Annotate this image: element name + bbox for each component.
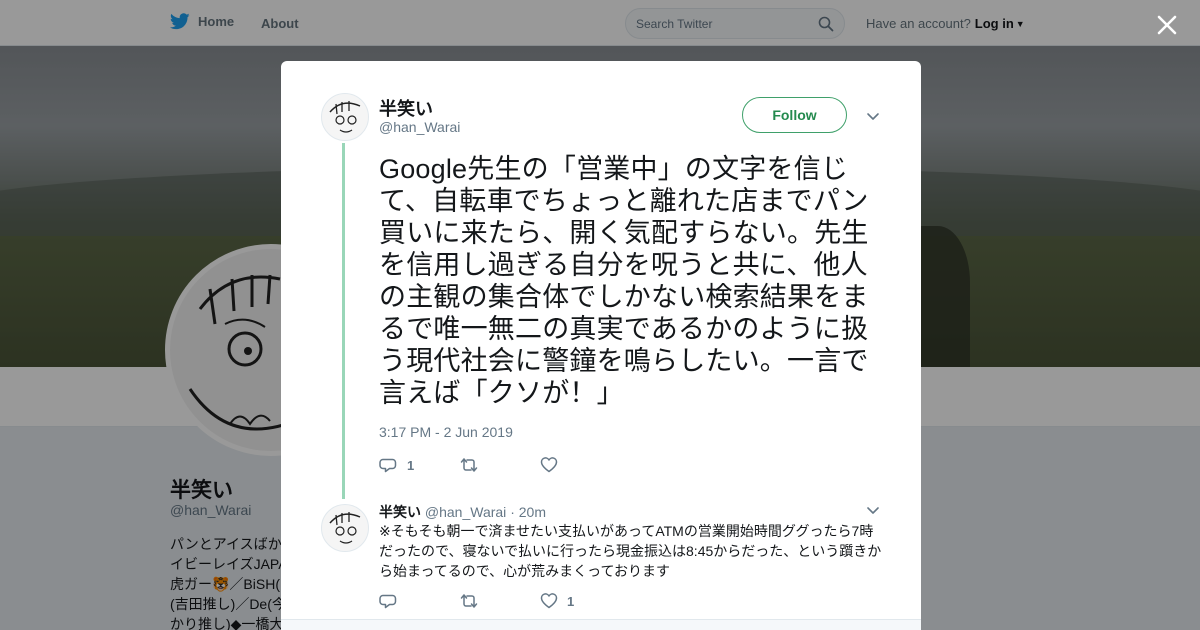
retweet-icon — [460, 594, 478, 608]
like-count: 1 — [567, 593, 575, 609]
close-icon[interactable] — [1154, 12, 1180, 38]
avatar-drawing — [329, 512, 361, 544]
reply-author-avatar[interactable] — [321, 504, 369, 552]
tweet-timestamp[interactable]: 3:17 PM - 2 Jun 2019 — [379, 424, 513, 440]
reply-author-handle[interactable]: @han_Warai — [425, 504, 506, 520]
reply-header: 半笑い @han_Warai · 20m — [379, 502, 546, 522]
retweet-button[interactable] — [459, 591, 539, 611]
reply-button[interactable]: 1 — [379, 455, 459, 475]
reply-text: ※そもそも朝一で済ませたい支払いがあってATMの営業開始時間ググったら7時だった… — [379, 523, 882, 579]
reply-time[interactable]: 20m — [519, 504, 546, 520]
thread-line — [342, 143, 345, 499]
reply-actions: 1 — [379, 591, 619, 611]
heart-icon — [540, 457, 558, 473]
retweet-icon — [460, 458, 478, 472]
tweet-author-handle[interactable]: @han_Warai — [379, 119, 460, 135]
follow-button[interactable]: Follow — [742, 97, 847, 133]
modal-footer — [281, 619, 921, 630]
reply-button[interactable] — [379, 591, 459, 611]
reply-icon — [379, 458, 397, 473]
chevron-down-icon[interactable] — [865, 502, 881, 518]
reply-icon — [379, 594, 397, 609]
reply-count: 1 — [407, 457, 415, 473]
tweet-text: Google先生の「営業中」の文字を信じて、自転車でちょっと離れた店までパン買い… — [379, 154, 869, 408]
reply-separator: · — [510, 504, 515, 520]
retweet-button[interactable] — [459, 455, 539, 475]
tweet-modal: 半笑い @han_Warai Follow Google先生の「営業中」の文字を… — [281, 61, 921, 630]
like-button[interactable] — [539, 455, 619, 475]
heart-icon — [540, 593, 558, 609]
chevron-down-icon[interactable] — [865, 108, 881, 124]
tweet-actions: 1 — [379, 455, 619, 475]
reply-author-name[interactable]: 半笑い — [379, 504, 421, 520]
avatar-drawing — [329, 101, 361, 133]
tweet-author-name[interactable]: 半笑い — [379, 95, 433, 121]
tweet-author-avatar[interactable] — [321, 93, 369, 141]
like-button[interactable]: 1 — [539, 591, 619, 611]
